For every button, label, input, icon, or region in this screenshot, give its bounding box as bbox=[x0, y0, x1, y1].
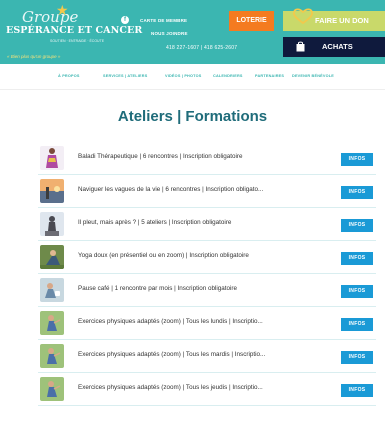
main-nav: À PROPOS SERVICES | ATELIERS VIDÉOS | PH… bbox=[0, 64, 385, 90]
nav-item-benevole[interactable]: DEVENIR BÉNÉVOLE bbox=[292, 74, 334, 78]
list-item[interactable]: Naviguer les vagues de la vie | 6 rencon… bbox=[38, 175, 376, 208]
nav-item-videos[interactable]: VIDÉOS | PHOTOS bbox=[165, 74, 201, 78]
thumbnail-image bbox=[40, 278, 64, 302]
list-item[interactable]: Baladi Thérapeutique | 6 rencontres | In… bbox=[38, 142, 376, 175]
infos-button[interactable]: INFOS bbox=[341, 153, 373, 166]
item-title[interactable]: Il pleut, mais après ? | 5 ateliers | In… bbox=[78, 219, 332, 226]
phone-numbers: 418 227-1607 | 418 625-2607 bbox=[166, 45, 238, 51]
heart-hands-icon bbox=[292, 8, 314, 25]
facebook-icon[interactable]: f bbox=[121, 16, 129, 24]
thumbnail-image bbox=[40, 344, 64, 368]
item-title[interactable]: Exercices physiques adaptés (zoom) | Tou… bbox=[78, 351, 332, 358]
nav-item-calendriers[interactable]: CALENDRIERS bbox=[213, 74, 243, 78]
nav-item-a-propos[interactable]: À PROPOS bbox=[58, 74, 80, 78]
shopping-bag-icon bbox=[296, 41, 305, 52]
site-header: Groupe ★ ESPÉRANCE ET CANCER SOUTIEN · E… bbox=[0, 0, 385, 64]
nous-joindre-link[interactable]: NOUS JOINDRE bbox=[151, 31, 188, 36]
workshop-list: Baladi Thérapeutique | 6 rencontres | In… bbox=[38, 142, 376, 406]
nav-item-partenaires[interactable]: PARTENAIRES bbox=[255, 74, 284, 78]
carte-membre-link[interactable]: CARTE DE MEMBRE bbox=[140, 18, 187, 23]
thumbnail-image bbox=[40, 179, 64, 203]
infos-button[interactable]: INFOS bbox=[341, 285, 373, 298]
infos-button[interactable]: INFOS bbox=[341, 219, 373, 232]
item-title[interactable]: Yoga doux (en présentiel ou en zoom) | I… bbox=[78, 252, 332, 259]
item-title[interactable]: Exercices physiques adaptés (zoom) | Tou… bbox=[78, 384, 332, 391]
logo-sub-text: SOUTIEN · ENTRAIDE · ÉCOUTE bbox=[50, 39, 105, 43]
logo-main-text: ESPÉRANCE ET CANCER bbox=[6, 25, 143, 36]
infos-button[interactable]: INFOS bbox=[341, 252, 373, 265]
list-item[interactable]: Exercices physiques adaptés (zoom) | Tou… bbox=[38, 373, 376, 406]
thumbnail-image bbox=[40, 212, 64, 236]
infos-button[interactable]: INFOS bbox=[341, 318, 373, 331]
nav-item-services[interactable]: SERVICES | ATELIERS bbox=[103, 74, 147, 78]
list-item[interactable]: Il pleut, mais après ? | 5 ateliers | In… bbox=[38, 208, 376, 241]
list-item[interactable]: Yoga doux (en présentiel ou en zoom) | I… bbox=[38, 241, 376, 274]
item-title[interactable]: Naviguer les vagues de la vie | 6 rencon… bbox=[78, 186, 332, 193]
page-title: Ateliers | Formations bbox=[117, 108, 268, 125]
list-item[interactable]: Pause café | 1 rencontre par mois | Insc… bbox=[38, 274, 376, 307]
infos-button[interactable]: INFOS bbox=[341, 384, 373, 397]
thumbnail-image bbox=[40, 245, 64, 269]
item-title[interactable]: Pause café | 1 rencontre par mois | Insc… bbox=[78, 285, 332, 292]
loterie-button[interactable]: LOTERIE bbox=[229, 11, 274, 31]
star-icon: ★ bbox=[56, 2, 69, 18]
site-logo[interactable]: Groupe ★ ESPÉRANCE ET CANCER SOUTIEN · E… bbox=[6, 2, 142, 62]
infos-button[interactable]: INFOS bbox=[341, 351, 373, 364]
infos-button[interactable]: INFOS bbox=[341, 186, 373, 199]
list-item[interactable]: Exercices physiques adaptés (zoom) | Tou… bbox=[38, 340, 376, 373]
thumbnail-image bbox=[40, 377, 64, 401]
logo-script-text: Groupe bbox=[22, 8, 79, 26]
list-item[interactable]: Exercices physiques adaptés (zoom) | Tou… bbox=[38, 307, 376, 340]
item-title[interactable]: Baladi Thérapeutique | 6 rencontres | In… bbox=[78, 153, 332, 160]
thumbnail-image bbox=[40, 311, 64, 335]
logo-tagline: « Bien plus qu'un groupe » bbox=[7, 54, 61, 59]
thumbnail-image bbox=[40, 146, 64, 170]
item-title[interactable]: Exercices physiques adaptés (zoom) | Tou… bbox=[78, 318, 332, 325]
